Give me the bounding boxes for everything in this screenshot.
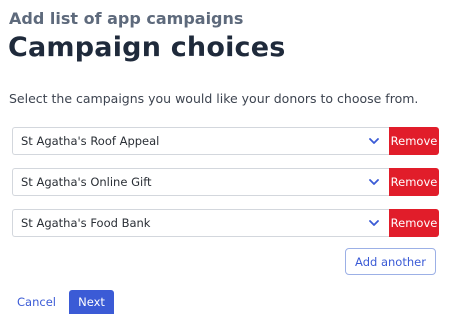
page-eyebrow: Add list of app campaigns <box>9 9 244 28</box>
remove-button[interactable]: Remove <box>389 127 439 155</box>
page-title: Campaign choices <box>8 32 286 63</box>
chevron-down-icon <box>368 176 380 188</box>
campaign-row: St Agatha's Roof Appeal Remove <box>12 127 439 155</box>
campaign-select-value: St Agatha's Online Gift <box>21 175 152 189</box>
campaign-row: St Agatha's Online Gift Remove <box>12 168 439 196</box>
remove-button[interactable]: Remove <box>389 168 439 196</box>
campaign-select[interactable]: St Agatha's Roof Appeal <box>12 127 389 155</box>
add-another-button[interactable]: Add another <box>345 248 436 275</box>
chevron-down-icon <box>368 217 380 229</box>
cancel-link[interactable]: Cancel <box>17 295 56 309</box>
campaign-select-value: St Agatha's Roof Appeal <box>21 134 160 148</box>
chevron-down-icon <box>368 135 380 147</box>
page-description: Select the campaigns you would like your… <box>9 91 419 106</box>
campaign-row: St Agatha's Food Bank Remove <box>12 209 439 237</box>
remove-button[interactable]: Remove <box>389 209 439 237</box>
campaign-select[interactable]: St Agatha's Online Gift <box>12 168 389 196</box>
next-button[interactable]: Next <box>69 290 114 314</box>
campaign-select-value: St Agatha's Food Bank <box>21 216 151 230</box>
campaign-select[interactable]: St Agatha's Food Bank <box>12 209 389 237</box>
